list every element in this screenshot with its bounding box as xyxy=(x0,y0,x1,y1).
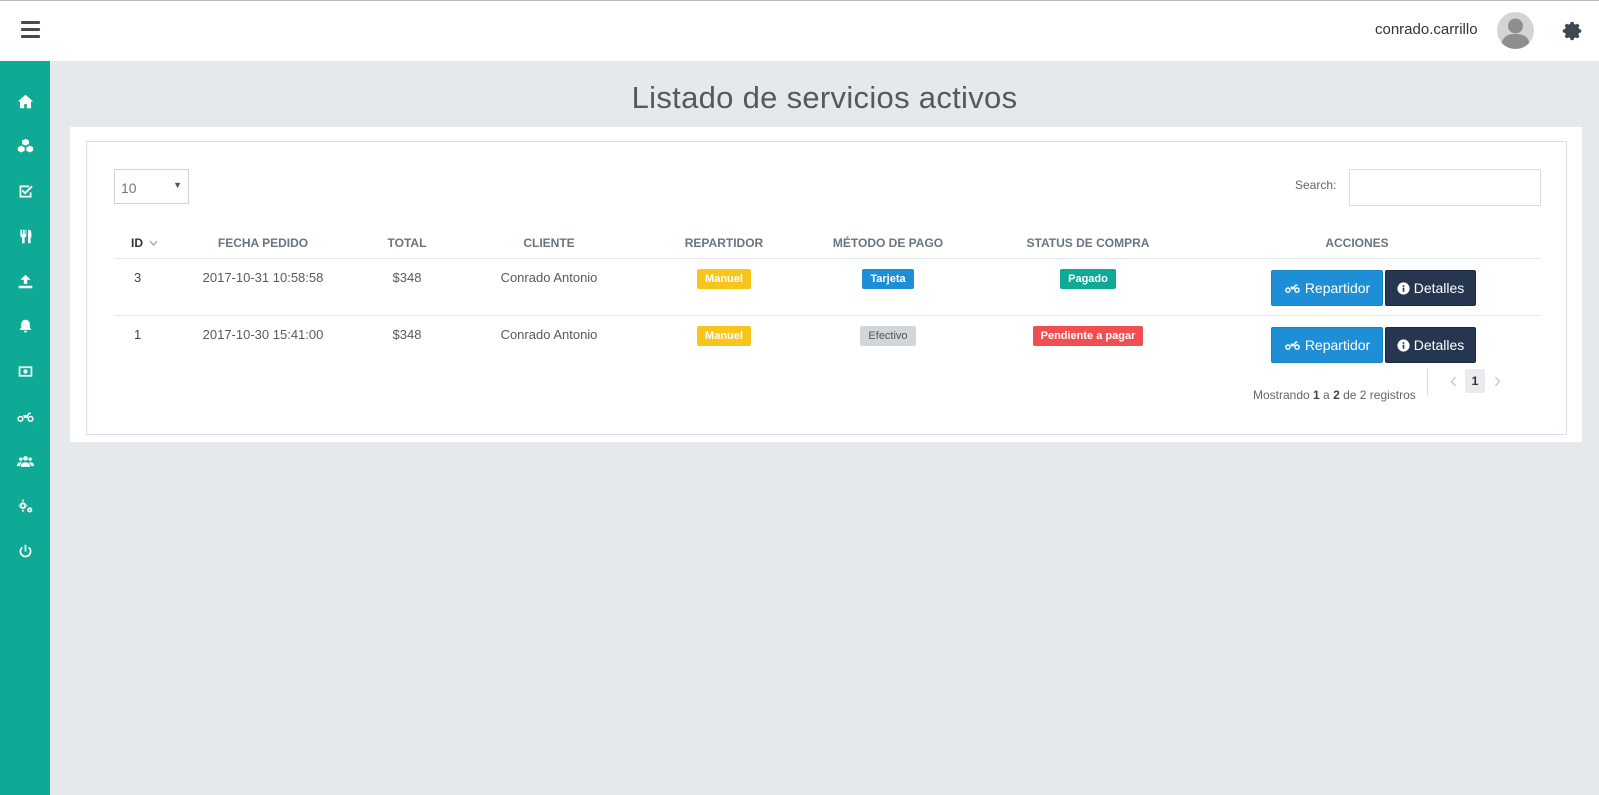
cell-total: $348 xyxy=(392,270,422,285)
assign-repartidor-label: Repartidor xyxy=(1304,337,1371,353)
motorcycle-icon xyxy=(16,412,34,422)
assign-repartidor-button[interactable]: Repartidor xyxy=(1271,327,1383,363)
upload-icon xyxy=(18,274,32,288)
user-avatar-icon[interactable] xyxy=(1497,12,1534,49)
cell-cliente: Conrado Antonio xyxy=(500,270,598,285)
services-panel: 10 ▼ Search: ID FECHA PEDIDO TOTAL CLIEN… xyxy=(70,127,1582,442)
table-row: 3 2017-10-31 10:58:58 $348 Conrado Anton… xyxy=(114,259,1541,316)
details-label: Detalles xyxy=(1413,280,1465,296)
page-length-select[interactable]: 10 ▼ xyxy=(114,169,189,204)
details-label: Detalles xyxy=(1413,337,1465,353)
status-badge: Pagado xyxy=(1060,268,1116,289)
repartidor-badge: Manuel xyxy=(697,268,751,289)
col-header-total[interactable]: TOTAL xyxy=(352,227,462,259)
table-header: ID FECHA PEDIDO TOTAL CLIENTE REPARTIDOR… xyxy=(114,227,1541,259)
col-header-metodo[interactable]: MÉTODO DE PAGO xyxy=(812,227,964,259)
sidebar-item-orders[interactable] xyxy=(0,174,50,208)
search-input[interactable] xyxy=(1349,169,1541,206)
col-header-status[interactable]: STATUS DE COMPRA xyxy=(964,227,1212,259)
info-prefix: Mostrando xyxy=(1253,388,1314,402)
col-header-id[interactable]: ID xyxy=(114,227,158,259)
col-header-repartidor[interactable]: REPARTIDOR xyxy=(636,227,812,259)
col-header-acciones: ACCIONES xyxy=(1325,236,1389,250)
metodo-badge: Efectivo xyxy=(860,325,916,346)
sidebar-item-deliveries[interactable] xyxy=(0,399,50,433)
info-from: 1 xyxy=(1313,388,1320,402)
cell-status: Pendiente a pagar xyxy=(964,316,1212,373)
repartidor-badge: Manuel xyxy=(697,325,751,346)
sidebar-item-products[interactable] xyxy=(0,129,50,163)
money-icon xyxy=(18,365,32,377)
sidebar-item-logout[interactable] xyxy=(0,534,50,568)
pagination-prev-button[interactable] xyxy=(1444,369,1462,393)
col-header-cliente[interactable]: CLIENTE xyxy=(462,227,636,259)
sidebar-item-payments[interactable] xyxy=(0,354,50,388)
cell-fecha: 2017-10-31 10:58:58 xyxy=(202,270,324,285)
table-row: 1 2017-10-30 15:41:00 $348 Conrado Anton… xyxy=(114,316,1541,373)
sidebar xyxy=(0,61,50,795)
cell-metodo: Tarjeta xyxy=(812,259,964,316)
sidebar-item-upload[interactable] xyxy=(0,264,50,298)
chevron-right-icon xyxy=(1494,376,1501,386)
info-circle-icon xyxy=(1397,338,1410,352)
cutlery-icon xyxy=(19,229,31,243)
top-bar: conrado.carrillo xyxy=(0,0,1599,61)
chevron-left-icon xyxy=(1449,376,1456,386)
bell-icon xyxy=(19,319,31,332)
username[interactable]: conrado.carrillo xyxy=(1375,21,1478,38)
info-suffix: de 2 registros xyxy=(1339,388,1416,402)
col-header-id-label: ID xyxy=(131,236,143,250)
cell-id: 3 xyxy=(134,270,142,285)
cell-fecha: 2017-10-30 15:41:00 xyxy=(202,327,324,342)
info-mid: a xyxy=(1319,388,1334,402)
hamburger-menu-icon[interactable] xyxy=(21,21,40,38)
gear-icon[interactable] xyxy=(1562,20,1584,42)
pagination-page-1[interactable]: 1 xyxy=(1465,369,1485,393)
details-button[interactable]: Detalles xyxy=(1385,327,1476,363)
cubes-icon xyxy=(17,138,33,152)
info-to: 2 xyxy=(1333,388,1340,402)
check-square-icon xyxy=(19,185,33,197)
table-info: Mostrando 1 a 2 de 2 registros xyxy=(1253,388,1416,402)
metodo-badge: Tarjeta xyxy=(862,268,914,289)
info-circle-icon xyxy=(1397,281,1410,295)
sidebar-item-restaurants[interactable] xyxy=(0,219,50,253)
motorcycle-icon xyxy=(1284,341,1300,350)
pagination-divider xyxy=(1427,369,1428,395)
cell-cliente: Conrado Antonio xyxy=(500,327,598,342)
assign-repartidor-button[interactable]: Repartidor xyxy=(1271,270,1383,306)
power-icon xyxy=(19,544,31,557)
details-button[interactable]: Detalles xyxy=(1385,270,1476,306)
users-icon xyxy=(16,455,34,467)
sidebar-item-users[interactable] xyxy=(0,444,50,478)
pagination-next-button[interactable] xyxy=(1488,369,1506,393)
cell-repartidor: Manuel xyxy=(636,259,812,316)
assign-repartidor-label: Repartidor xyxy=(1304,280,1371,296)
sort-desc-icon xyxy=(149,240,158,246)
cell-total: $348 xyxy=(392,327,422,342)
sidebar-item-settings[interactable] xyxy=(0,489,50,523)
motorcycle-icon xyxy=(1284,284,1300,293)
sidebar-item-home[interactable] xyxy=(0,84,50,118)
cell-id: 1 xyxy=(134,327,142,342)
col-header-fecha[interactable]: FECHA PEDIDO xyxy=(174,227,352,259)
caret-down-icon: ▼ xyxy=(173,180,182,190)
home-icon xyxy=(17,94,33,108)
sidebar-item-notifications[interactable] xyxy=(0,309,50,343)
cell-status: Pagado xyxy=(964,259,1212,316)
cell-repartidor: Manuel xyxy=(636,316,812,373)
cogs-icon xyxy=(18,499,32,512)
page-length-value: 10 xyxy=(121,180,137,196)
status-badge: Pendiente a pagar xyxy=(1032,325,1144,346)
cell-metodo: Efectivo xyxy=(812,316,964,373)
page-title: Listado de servicios activos xyxy=(631,80,1018,115)
datatable-wrapper: 10 ▼ Search: ID FECHA PEDIDO TOTAL CLIEN… xyxy=(86,141,1567,435)
search-label: Search: xyxy=(1295,178,1337,192)
